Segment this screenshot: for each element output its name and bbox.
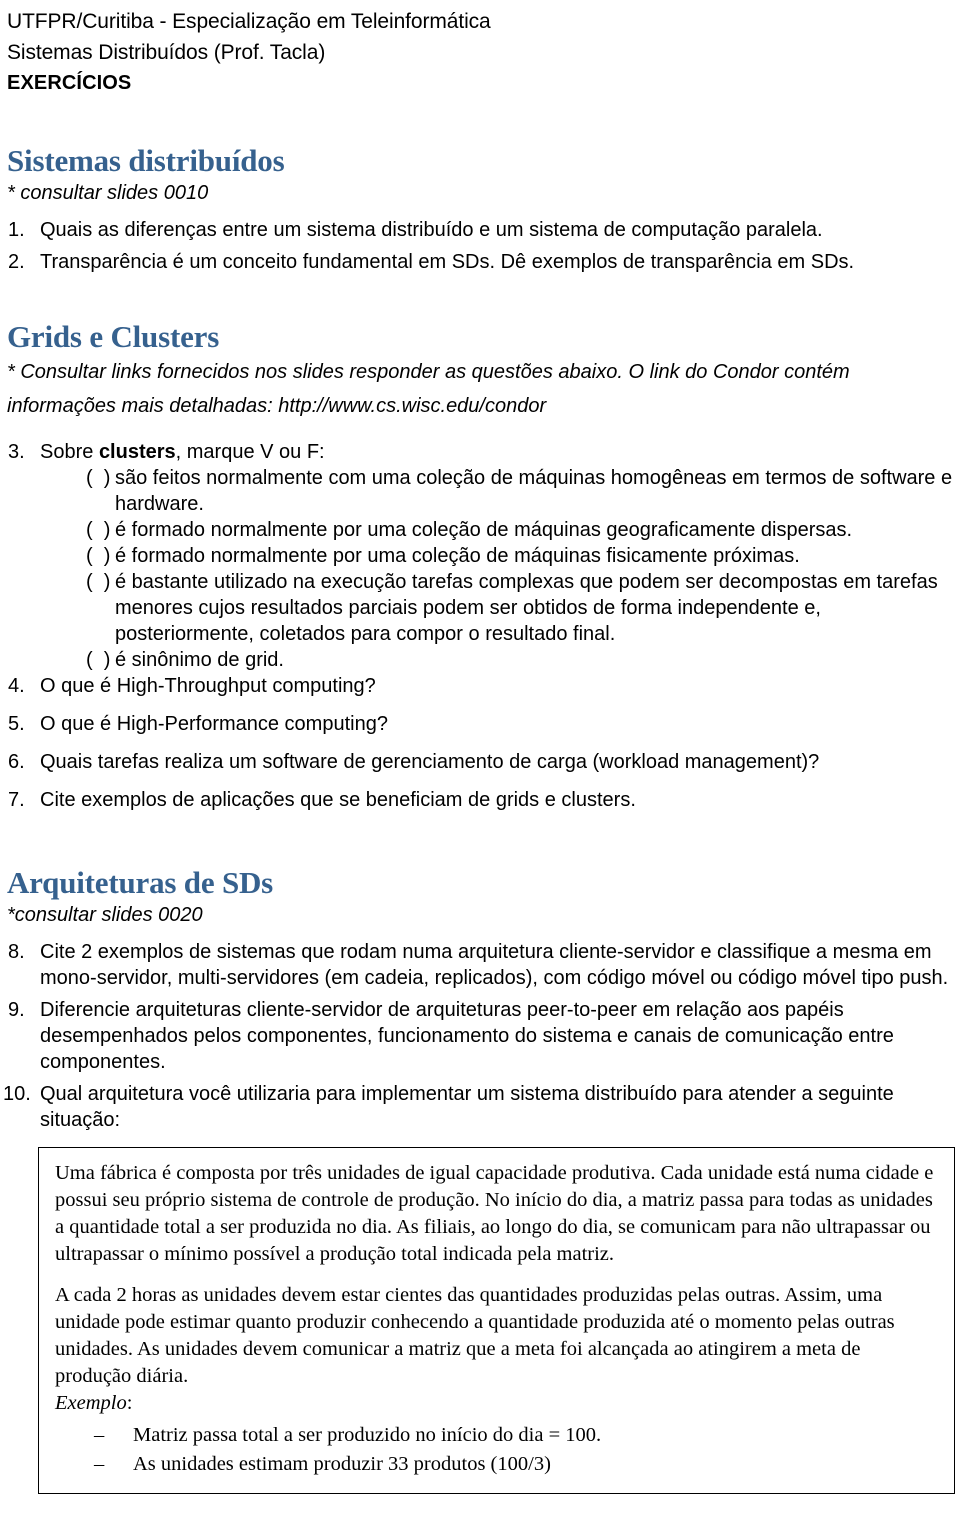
header-course: Sistemas Distribuídos (Prof. Tacla) [7, 41, 326, 64]
option-list-q3: ( ) são feitos normalmente com uma coleç… [40, 465, 960, 673]
section-note-arquiteturas-de-sds: *consultar slides 0020 [7, 904, 203, 926]
question-item: 10. Qual arquitetura você utilizaria par… [0, 1081, 960, 1133]
question-item: 2. Transparência é um conceito fundament… [0, 249, 960, 275]
question-number: 5. [8, 713, 25, 735]
header-exercises-label: EXERCÍCIOS [7, 72, 132, 94]
example-colon: : [126, 1392, 133, 1414]
question-number: 8. [8, 941, 25, 963]
scenario-example-list: – Matriz passa total a ser produzido no … [55, 1421, 940, 1479]
dash-bullet-icon: – [94, 1424, 105, 1446]
option-item: ( ) é formado normalmente por uma coleçã… [40, 543, 960, 569]
question-number: 7. [8, 789, 25, 811]
question-number: 2. [8, 251, 25, 273]
question-item: 5. O que é High-Performance computing? [0, 711, 960, 737]
section-note-grids-e-clusters: * Consultar links fornecidos nos slides … [0, 355, 960, 423]
header-institution: UTFPR/Curitiba - Especialização em Telei… [7, 10, 491, 33]
question-text: Sobre clusters, marque V ou F: [40, 439, 960, 465]
question-item: 1. Quais as diferenças entre um sistema … [0, 217, 960, 243]
question-number: 3. [8, 441, 25, 463]
section-note-line1: * Consultar links fornecidos nos slides … [7, 361, 850, 383]
scenario-example-text: As unidades estimam produzir 33 produtos… [133, 1453, 551, 1475]
checkbox-paren[interactable]: ( ) [86, 569, 110, 595]
option-item: ( ) é sinônimo de grid. [40, 647, 960, 673]
question-number: 9. [8, 999, 25, 1021]
question-text: Cite exemplos de aplicações que se benef… [40, 789, 636, 811]
question-number: 10. [3, 1083, 31, 1105]
question-item: 6. Quais tarefas realiza um software de … [0, 749, 960, 775]
checkbox-paren[interactable]: ( ) [86, 543, 110, 569]
question-item: 9. Diferencie arquiteturas cliente-servi… [0, 997, 960, 1075]
question-item-3: 3. Sobre clusters, marque V ou F: ( ) sã… [0, 439, 960, 673]
scenario-example-item: – As unidades estimam produzir 33 produt… [55, 1450, 940, 1479]
checkbox-paren[interactable]: ( ) [86, 517, 110, 543]
option-text: é sinônimo de grid. [115, 649, 284, 671]
scenario-example-item: – Matriz passa total a ser produzido no … [55, 1421, 940, 1450]
section-note-sistemas-distribuidos: * consultar slides 0010 [7, 182, 209, 204]
option-text: é bastante utilizado na execução tarefas… [115, 571, 938, 645]
question-number: 1. [8, 219, 25, 241]
question-text: Quais as diferenças entre um sistema dis… [40, 219, 823, 241]
question-text: Cite 2 exemplos de sistemas que rodam nu… [40, 941, 949, 989]
dash-bullet-icon: – [94, 1453, 105, 1475]
document-header: UTFPR/Curitiba - Especialização em Telei… [0, 0, 960, 99]
scenario-box: Uma fábrica é composta por três unidades… [38, 1147, 955, 1494]
section-note-line2: informações mais detalhadas: http://www.… [7, 395, 547, 417]
question-number: 4. [8, 675, 25, 697]
q3-bold-term: clusters [98, 441, 176, 463]
question-list-sistemas-distribuidos: 1. Quais as diferenças entre um sistema … [0, 217, 960, 275]
question-text: O que é High-Throughput computing? [40, 675, 376, 697]
option-text: é formado normalmente por uma coleção de… [115, 519, 853, 541]
option-item: ( ) é formado normalmente por uma coleçã… [40, 517, 960, 543]
checkbox-paren[interactable]: ( ) [86, 465, 110, 491]
option-item: ( ) são feitos normalmente com uma coleç… [40, 465, 960, 517]
document-page: UTFPR/Curitiba - Especialização em Telei… [0, 0, 960, 1527]
question-text: Diferencie arquiteturas cliente-servidor… [40, 999, 894, 1073]
question-number: 6. [8, 751, 25, 773]
q3-suffix: , marque V ou F: [175, 441, 325, 463]
question-list-arquiteturas-de-sds: 8. Cite 2 exemplos de sistemas que rodam… [0, 939, 960, 1133]
question-text: Transparência é um conceito fundamental … [40, 251, 855, 273]
option-text: são feitos normalmente com uma coleção d… [115, 467, 953, 515]
section-heading-sistemas-distribuidos: Sistemas distribuídos [7, 143, 285, 178]
question-item: 4. O que é High-Throughput computing? [0, 673, 960, 699]
question-text: Qual arquitetura você utilizaria para im… [40, 1083, 894, 1131]
section-heading-grids-e-clusters: Grids e Clusters [7, 319, 220, 354]
example-word: Exemplo [55, 1392, 127, 1414]
scenario-example-label: Exemplo: [55, 1390, 940, 1417]
checkbox-paren[interactable]: ( ) [86, 647, 110, 673]
option-item: ( ) é bastante utilizado na execução tar… [40, 569, 960, 647]
scenario-paragraph-2: A cada 2 horas as unidades devem estar c… [55, 1284, 895, 1387]
question-text: O que é High-Performance computing? [40, 713, 388, 735]
question-item: 7. Cite exemplos de aplicações que se be… [0, 787, 960, 813]
q3-prefix: Sobre [40, 441, 99, 463]
question-item: 8. Cite 2 exemplos de sistemas que rodam… [0, 939, 960, 991]
question-text: Quais tarefas realiza um software de ger… [40, 751, 820, 773]
scenario-example-text: Matriz passa total a ser produzido no in… [133, 1424, 602, 1446]
scenario-paragraph-1: Uma fábrica é composta por três unidades… [55, 1162, 934, 1265]
question-list-grids-e-clusters: 3. Sobre clusters, marque V ou F: ( ) sã… [0, 439, 960, 813]
option-text: é formado normalmente por uma coleção de… [115, 545, 800, 567]
section-heading-arquiteturas-de-sds: Arquiteturas de SDs [7, 865, 274, 900]
